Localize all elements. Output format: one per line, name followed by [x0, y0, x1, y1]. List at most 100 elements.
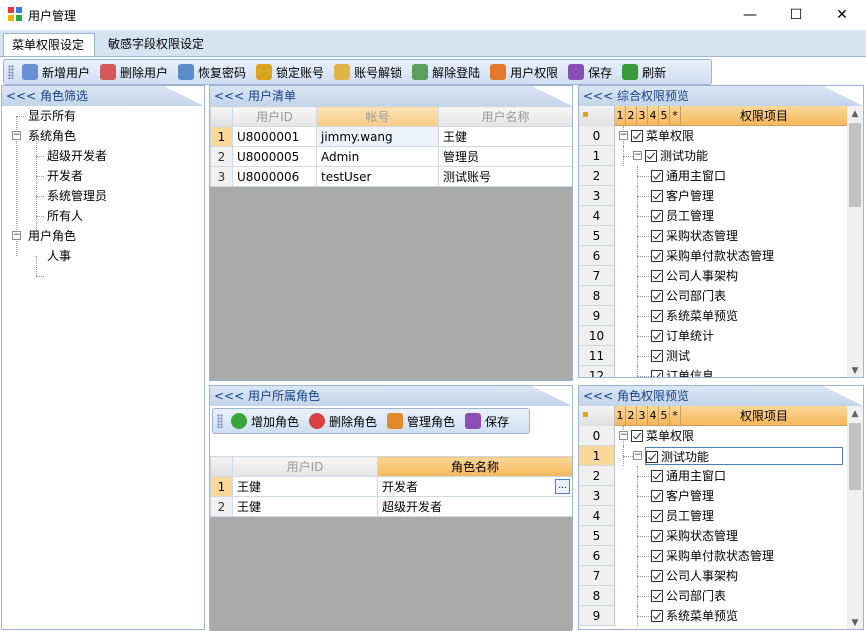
- row-number[interactable]: 2: [210, 146, 233, 167]
- scroll-down-icon[interactable]: ▼: [847, 363, 863, 377]
- level-6-button[interactable]: *: [670, 106, 681, 126]
- level-1-button[interactable]: 1: [615, 406, 626, 426]
- row-number[interactable]: 0: [579, 126, 615, 146]
- combined-permission-header[interactable]: <<< 综合权限预览: [579, 86, 863, 106]
- permission-item[interactable]: 通用主窗口: [651, 167, 730, 185]
- toolbar-grip[interactable]: [8, 65, 14, 79]
- col-header-permission-item[interactable]: 权限项目: [681, 106, 847, 126]
- permission-item[interactable]: 公司人事架构: [651, 267, 742, 285]
- checkbox[interactable]: [651, 249, 663, 262]
- row-number[interactable]: 12: [579, 366, 615, 377]
- cell-role-name[interactable]: 开发者...: [377, 476, 572, 497]
- refresh-button[interactable]: 刷新: [618, 61, 670, 83]
- tree-item-user-roles[interactable]: 用户角色: [28, 226, 76, 246]
- checkbox[interactable]: [651, 569, 663, 582]
- user-list-header[interactable]: <<< 用户清单: [210, 86, 572, 106]
- checkbox[interactable]: [651, 329, 663, 342]
- checkbox[interactable]: [651, 189, 663, 202]
- row-number[interactable]: 10: [579, 326, 615, 346]
- tree-item-everyone[interactable]: 所有人: [47, 206, 83, 226]
- permission-item[interactable]: 客户管理: [651, 487, 718, 505]
- permission-item[interactable]: 公司人事架构: [651, 567, 742, 585]
- row-number[interactable]: 2: [210, 496, 233, 517]
- col-header-user-id[interactable]: 用户ID: [232, 106, 317, 127]
- checkbox[interactable]: [645, 149, 657, 162]
- table-row[interactable]: 2 U8000005 Admin 管理员: [210, 146, 572, 167]
- tree-item-super-developer[interactable]: 超级开发者: [47, 146, 107, 166]
- maximize-button[interactable]: ☐: [773, 0, 819, 30]
- tree-item-developer[interactable]: 开发者: [47, 166, 83, 186]
- tree-item-system-roles[interactable]: 系统角色: [28, 126, 76, 146]
- cell-account[interactable]: Admin: [316, 146, 439, 167]
- col-header-role-name[interactable]: 角色名称: [377, 456, 572, 477]
- level-1-button[interactable]: 1: [615, 106, 626, 126]
- save-role-button[interactable]: 保存: [461, 410, 513, 432]
- checkbox[interactable]: [651, 309, 663, 322]
- collapse-icon[interactable]: −: [619, 431, 628, 440]
- tab-sensitive-field[interactable]: 敏感字段权限设定: [100, 33, 216, 56]
- level-5-button[interactable]: 5: [659, 406, 670, 426]
- row-number[interactable]: 5: [579, 226, 615, 246]
- lock-icon[interactable]: [579, 406, 615, 426]
- table-row[interactable]: 3 U8000006 testUser 测试账号: [210, 166, 572, 187]
- scroll-down-icon[interactable]: ▼: [847, 615, 863, 629]
- table-row[interactable]: 1 王健 开发者...: [210, 476, 572, 497]
- scroll-thumb[interactable]: [849, 123, 861, 207]
- toolbar-grip[interactable]: [217, 414, 223, 428]
- collapse-icon[interactable]: −: [633, 451, 642, 460]
- cell-user-id[interactable]: U8000006: [232, 166, 317, 187]
- row-number[interactable]: 1: [210, 476, 233, 497]
- checkbox[interactable]: [651, 369, 663, 377]
- role-permission-header[interactable]: <<< 角色权限预览: [579, 386, 863, 406]
- permission-item[interactable]: 采购状态管理: [651, 227, 742, 245]
- row-number[interactable]: 9: [579, 606, 615, 626]
- row-number[interactable]: 6: [579, 546, 615, 566]
- level-6-button[interactable]: *: [670, 406, 681, 426]
- checkbox[interactable]: [651, 269, 663, 282]
- cell-user-id[interactable]: 王健: [232, 496, 378, 517]
- ellipsis-button[interactable]: ...: [555, 479, 570, 494]
- cell-role-name[interactable]: 超级开发者: [377, 496, 572, 517]
- collapse-icon[interactable]: −: [12, 231, 21, 240]
- cell-user-id[interactable]: 王健: [232, 476, 378, 497]
- grid-corner[interactable]: [210, 456, 233, 477]
- release-login-button[interactable]: 解除登陆: [408, 61, 484, 83]
- permission-item[interactable]: 采购单付款状态管理: [651, 547, 778, 565]
- permission-item[interactable]: 订单统计: [651, 327, 718, 345]
- checkbox[interactable]: [631, 429, 643, 442]
- save-button[interactable]: 保存: [564, 61, 616, 83]
- col-header-user-name[interactable]: 用户名称: [438, 106, 572, 127]
- tree-item-system-admin[interactable]: 系统管理员: [47, 186, 107, 206]
- level-2-button[interactable]: 2: [626, 106, 637, 126]
- checkbox[interactable]: [651, 469, 663, 482]
- delete-role-button[interactable]: 删除角色: [305, 410, 381, 432]
- checkbox[interactable]: [651, 489, 663, 502]
- grid-corner[interactable]: [210, 106, 233, 127]
- checkbox[interactable]: [651, 529, 663, 542]
- checkbox[interactable]: [646, 450, 658, 463]
- permission-item[interactable]: 公司部门表: [651, 587, 730, 605]
- row-number[interactable]: 1: [579, 146, 615, 166]
- checkbox[interactable]: [631, 129, 643, 142]
- permission-item[interactable]: 测试: [651, 347, 694, 365]
- tree-item-show-all[interactable]: 显示所有: [28, 106, 76, 126]
- checkbox[interactable]: [651, 209, 663, 222]
- row-number[interactable]: 3: [579, 486, 615, 506]
- level-4-button[interactable]: 4: [648, 106, 659, 126]
- permission-item[interactable]: 菜单权限: [631, 427, 698, 445]
- role-filter-header[interactable]: <<< 角色筛选: [2, 86, 204, 106]
- checkbox[interactable]: [651, 589, 663, 602]
- scroll-up-icon[interactable]: ▲: [847, 406, 863, 422]
- permission-item[interactable]: 采购单付款状态管理: [651, 247, 778, 265]
- permission-item[interactable]: 测试功能: [645, 447, 843, 465]
- reset-password-button[interactable]: 恢复密码: [174, 61, 250, 83]
- row-number[interactable]: 2: [579, 166, 615, 186]
- checkbox[interactable]: [651, 289, 663, 302]
- permission-item[interactable]: 系统菜单预览: [651, 607, 742, 625]
- row-number[interactable]: 8: [579, 586, 615, 606]
- unlock-account-button[interactable]: 账号解锁: [330, 61, 406, 83]
- collapse-icon[interactable]: −: [12, 131, 21, 140]
- row-number[interactable]: 8: [579, 286, 615, 306]
- lock-account-button[interactable]: 锁定账号: [252, 61, 328, 83]
- row-number[interactable]: 3: [210, 166, 233, 187]
